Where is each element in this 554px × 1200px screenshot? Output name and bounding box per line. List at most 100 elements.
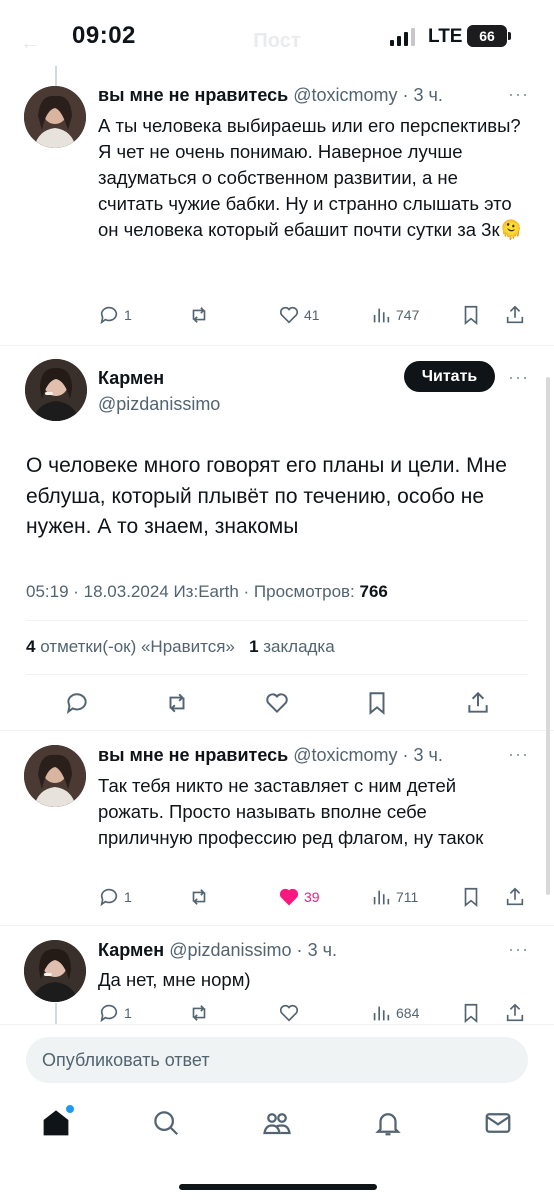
like-count: 41 xyxy=(304,307,320,323)
like-button[interactable] xyxy=(264,690,290,721)
views-button[interactable]: 711 xyxy=(370,886,418,908)
share-icon xyxy=(506,887,524,906)
reply-button[interactable]: 1 xyxy=(98,886,132,908)
separator: · xyxy=(296,940,303,960)
author-handle[interactable]: @pizdanissimo xyxy=(169,940,291,960)
reply-count: 1 xyxy=(124,1005,132,1021)
main-post-text: О человеке много говорят его планы и цел… xyxy=(26,454,507,538)
divider xyxy=(0,1024,554,1025)
more-icon[interactable]: ··· xyxy=(508,367,529,388)
thread-line xyxy=(55,66,57,86)
scrollbar[interactable] xyxy=(546,377,550,895)
views-button[interactable]: 684 xyxy=(370,1002,419,1024)
like-button[interactable]: 39 xyxy=(278,886,320,908)
bookmark-button[interactable] xyxy=(460,1002,482,1024)
retweet-button[interactable] xyxy=(164,690,190,721)
home-icon xyxy=(43,1110,69,1136)
divider xyxy=(0,925,554,926)
retweet-icon xyxy=(169,693,185,713)
thread-line xyxy=(55,1003,57,1025)
tweet-actions: 1 41 747 xyxy=(98,304,528,330)
share-button[interactable] xyxy=(504,886,526,908)
bookmark-icon xyxy=(464,305,478,326)
bookmarks-count[interactable]: 1 xyxy=(249,637,258,656)
heart-icon xyxy=(266,693,288,714)
bookmark-icon xyxy=(369,692,385,715)
views-icon xyxy=(373,308,390,323)
tweet-header: вы мне не нравитесь @toxicmomy · 3 ч. xyxy=(98,85,443,106)
share-button[interactable] xyxy=(504,304,526,326)
view-count: 711 xyxy=(396,889,419,905)
views-icon xyxy=(373,1006,390,1021)
main-author-handle[interactable]: @pizdanissimo xyxy=(98,394,220,415)
tab-home[interactable] xyxy=(41,1105,74,1138)
follow-button[interactable]: Читать xyxy=(404,361,495,392)
heart-filled-icon xyxy=(279,888,299,906)
bookmarks-label[interactable]: закладка xyxy=(263,637,334,656)
retweet-icon xyxy=(192,307,206,323)
reply-input[interactable]: Опубликовать ответ xyxy=(26,1037,528,1083)
author-name[interactable]: вы мне не нравитесь xyxy=(98,745,288,765)
retweet-button[interactable] xyxy=(188,304,210,326)
main-post-actions xyxy=(0,690,554,718)
like-button[interactable]: 41 xyxy=(278,304,320,326)
separator: · xyxy=(402,85,409,105)
post-timestamp: 05:19 · 18.03.2024 Из:Earth · Просмотров… xyxy=(26,582,360,601)
tweet-header: вы мне не нравитесь @toxicmomy · 3 ч. xyxy=(98,745,443,766)
reply-button[interactable]: 1 xyxy=(98,1002,132,1024)
battery-icon: 66 xyxy=(467,25,511,47)
reply-button[interactable]: 1 xyxy=(98,304,132,326)
tab-notifications[interactable] xyxy=(373,1108,403,1138)
notifications-icon xyxy=(375,1113,401,1136)
bookmark-button[interactable] xyxy=(364,690,390,721)
tweet-header: Кармен @pizdanissimo · 3 ч. xyxy=(98,940,337,961)
author-handle[interactable]: @toxicmomy xyxy=(293,745,397,765)
retweet-icon xyxy=(192,1005,206,1021)
share-icon xyxy=(506,305,524,324)
author-handle[interactable]: @toxicmomy xyxy=(293,85,397,105)
likes-count[interactable]: 4 xyxy=(26,637,35,656)
retweet-button[interactable] xyxy=(188,886,210,908)
tab-communities[interactable] xyxy=(262,1108,292,1138)
network-type: LTE xyxy=(428,26,463,47)
reply-icon xyxy=(100,888,118,907)
avatar[interactable] xyxy=(24,940,86,1002)
tweet-text: Да нет, мне норм) xyxy=(98,969,251,990)
more-icon[interactable]: ··· xyxy=(508,744,529,765)
share-button[interactable] xyxy=(465,690,491,721)
bookmark-button[interactable] xyxy=(460,886,482,908)
post-views: 766 xyxy=(359,582,388,601)
bottom-tab-bar xyxy=(0,1100,554,1160)
author-name[interactable]: Кармен xyxy=(98,940,164,960)
divider xyxy=(26,620,528,621)
reply-count: 1 xyxy=(124,889,132,905)
bookmark-button[interactable] xyxy=(460,304,482,326)
author-name[interactable]: вы мне не нравитесь xyxy=(98,85,288,105)
reply-icon xyxy=(66,693,87,714)
like-count: 39 xyxy=(304,889,320,905)
likes-label[interactable]: отметки(-ок) «Нравится» xyxy=(40,637,235,656)
tab-messages[interactable] xyxy=(483,1108,513,1138)
home-indicator xyxy=(179,1184,377,1190)
views-button[interactable]: 747 xyxy=(370,304,419,326)
like-button[interactable] xyxy=(278,1002,300,1024)
avatar[interactable] xyxy=(24,745,86,807)
more-icon[interactable]: ··· xyxy=(508,84,529,105)
heart-icon xyxy=(279,1004,299,1022)
status-time: 09:02 xyxy=(72,22,136,49)
tweet-time: 3 ч. xyxy=(307,940,337,960)
search-icon xyxy=(154,1111,179,1136)
share-icon xyxy=(506,1003,524,1022)
tab-search[interactable] xyxy=(151,1108,181,1138)
bookmark-icon xyxy=(464,1003,478,1024)
view-count: 747 xyxy=(396,307,420,323)
share-button[interactable] xyxy=(504,1002,526,1024)
avatar[interactable] xyxy=(25,359,87,421)
tweet-text: Так тебя никто не заставляет с ним детей… xyxy=(98,775,484,848)
retweet-button[interactable] xyxy=(188,1002,210,1024)
main-author-name[interactable]: Кармен xyxy=(98,368,164,389)
avatar[interactable] xyxy=(24,86,86,148)
reply-button[interactable] xyxy=(64,690,90,721)
reply-icon xyxy=(100,306,118,325)
more-icon[interactable]: ··· xyxy=(508,939,529,960)
